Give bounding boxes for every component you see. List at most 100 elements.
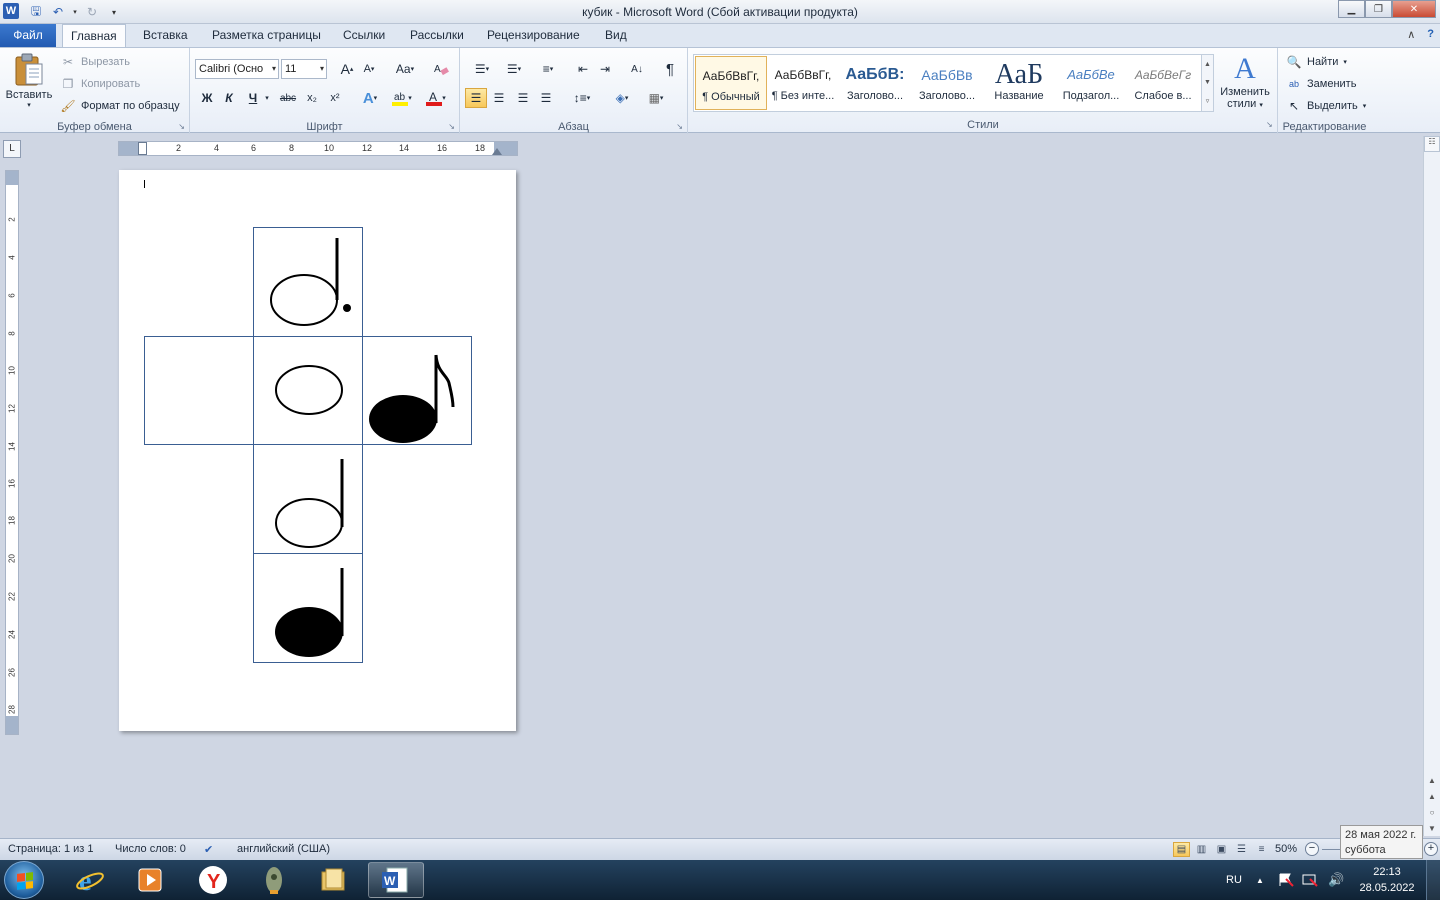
web-layout-icon[interactable]: ▣ [1213, 842, 1230, 857]
find-button[interactable]: 🔍 Найти ▾ [1286, 54, 1347, 70]
increase-indent-button[interactable]: ⇥ [594, 59, 616, 79]
cut-button[interactable]: ✂ Вырезать [60, 54, 130, 70]
highlight-button[interactable]: ab ▾ [388, 88, 416, 108]
copy-button[interactable]: ❐ Копировать [60, 76, 141, 92]
align-center-button[interactable]: ☰ [488, 88, 510, 108]
borders-button[interactable]: ▦ ▾ [642, 88, 670, 108]
cube-face-lower-2[interactable] [253, 553, 363, 663]
minimize-button[interactable]: ▁ [1338, 0, 1365, 18]
style-normal[interactable]: АаБбВвГг, ¶ Обычный [695, 56, 767, 110]
zoom-out-icon[interactable]: − [1305, 842, 1319, 856]
tab-selector[interactable]: L [3, 140, 21, 158]
left-indent-marker[interactable] [138, 142, 147, 155]
zoom-level[interactable]: 50% [1275, 843, 1297, 855]
superscript-button[interactable]: x² [324, 88, 346, 108]
tab-view[interactable]: Вид [597, 24, 635, 48]
underline-button[interactable]: Ч [242, 88, 264, 108]
font-launcher-icon[interactable]: ↘ [448, 122, 455, 131]
shading-button[interactable]: ◈ ▾ [608, 88, 636, 108]
style-subtitle[interactable]: АаБбВе Подзагол... [1055, 56, 1127, 110]
style-subtle-emphasis[interactable]: АаБбВеГг Слабое в... [1127, 56, 1199, 110]
vertical-ruler[interactable]: 2 4 6 8 10 12 14 16 18 20 22 24 26 28 [5, 170, 19, 735]
text-effects-button[interactable]: A ▾ [356, 88, 384, 108]
clock[interactable]: 22:13 28.05.2022 [1352, 864, 1422, 896]
italic-button[interactable]: К [218, 88, 240, 108]
show-hidden-icons[interactable]: ▲ [1256, 860, 1264, 900]
tab-file[interactable]: Файл [0, 24, 56, 48]
show-desktop-button[interactable] [1426, 860, 1440, 900]
language[interactable]: английский (США) [237, 843, 330, 855]
next-page-icon[interactable]: ▼ [1424, 824, 1440, 833]
select-button[interactable]: ↖ Выделить ▾ [1286, 98, 1366, 114]
scroll-up-icon[interactable]: ▲ [1204, 61, 1211, 68]
align-left-button[interactable]: ☰ [465, 88, 487, 108]
tab-mailings[interactable]: Рассылки [402, 24, 472, 48]
close-button[interactable]: ✕ [1392, 0, 1436, 18]
cube-face-top[interactable] [253, 227, 363, 337]
styles-launcher-icon[interactable]: ↘ [1266, 120, 1273, 129]
paragraph-launcher-icon[interactable]: ↘ [676, 122, 683, 131]
line-spacing-button[interactable]: ↕≡ ▾ [568, 88, 596, 108]
style-heading-1[interactable]: АаБбВ: Заголово... [839, 56, 911, 110]
horizontal-ruler[interactable]: 2 4 6 8 10 12 14 16 18 [118, 141, 518, 156]
change-styles-button[interactable]: A Изменить стили ▾ [1216, 52, 1274, 110]
shrink-font-button[interactable]: A ▾ [358, 59, 380, 79]
tab-insert[interactable]: Вставка [135, 24, 196, 48]
help-icon[interactable]: ? [1427, 28, 1434, 41]
previous-page-icon[interactable]: ▲ [1424, 792, 1440, 801]
justify-button[interactable]: ☰ [535, 88, 557, 108]
action-center-icon[interactable] [1278, 860, 1294, 900]
cube-face-left[interactable] [144, 336, 254, 445]
document-page[interactable] [119, 170, 516, 731]
draft-icon[interactable]: ≡ [1253, 842, 1270, 857]
cube-face-right[interactable] [362, 336, 472, 445]
style-title[interactable]: АаБ Название [983, 56, 1055, 110]
cube-face-lower-1[interactable] [253, 444, 363, 554]
sort-button[interactable]: A↓ [626, 59, 648, 79]
show-marks-button[interactable]: ¶ [659, 59, 681, 79]
style-heading-2[interactable]: АаБбВв Заголово... [911, 56, 983, 110]
print-layout-icon[interactable]: ▤ [1173, 842, 1190, 857]
ruler-toggle-icon[interactable]: ☷ [1424, 136, 1440, 152]
scroll-down-icon[interactable]: ▼ [1204, 79, 1211, 86]
start-button[interactable] [4, 861, 44, 899]
font-size-select[interactable]: 11 ▾ [281, 59, 327, 79]
more-styles-icon[interactable]: ▿ [1206, 97, 1210, 105]
media-player-icon[interactable] [122, 862, 178, 898]
font-color-button[interactable]: A ▾ [422, 88, 450, 108]
underline-dropdown-icon[interactable]: ▾ [262, 88, 272, 108]
multilevel-list-button[interactable]: ≡ ▾ [534, 59, 562, 79]
clipboard-launcher-icon[interactable]: ↘ [178, 122, 185, 131]
language-indicator[interactable]: RU [1226, 860, 1242, 900]
tab-page-layout[interactable]: Разметка страницы [204, 24, 329, 48]
clear-formatting-icon[interactable]: A [430, 59, 452, 79]
volume-icon[interactable]: 🔊 [1328, 860, 1344, 900]
align-right-button[interactable]: ☰ [512, 88, 534, 108]
word-count[interactable]: Число слов: 0 [115, 843, 186, 855]
subscript-button[interactable]: x₂ [301, 88, 323, 108]
rocket-icon[interactable] [246, 862, 302, 898]
tab-home[interactable]: Главная [62, 24, 126, 48]
browse-object-icon[interactable]: ○ [1424, 808, 1440, 817]
tab-references[interactable]: Ссылки [335, 24, 393, 48]
minimize-ribbon-icon[interactable]: ∧ [1407, 28, 1415, 41]
change-case-button[interactable]: Aa ▾ [390, 59, 420, 79]
word-icon[interactable]: W [368, 862, 424, 898]
page-count[interactable]: Страница: 1 из 1 [8, 843, 94, 855]
strikethrough-button[interactable]: abc [277, 88, 299, 108]
style-no-spacing[interactable]: АаБбВвГг, ¶ Без инте... [767, 56, 839, 110]
format-painter-button[interactable]: 🖌 Формат по образцу [60, 98, 179, 114]
proofing-icon[interactable]: ✔ [204, 843, 213, 856]
maximize-button[interactable]: ❐ [1365, 0, 1392, 18]
font-family-select[interactable]: Calibri (Осно ▾ [195, 59, 279, 79]
bullets-button[interactable]: ☰ ▾ [468, 59, 496, 79]
full-screen-reading-icon[interactable]: ▥ [1193, 842, 1210, 857]
paste-button[interactable]: Вставить ▾ [4, 52, 54, 109]
grow-font-button[interactable]: A ▴ [336, 59, 358, 79]
explorer-icon[interactable] [306, 862, 362, 898]
zoom-in-icon[interactable]: + [1424, 842, 1438, 856]
cube-face-center[interactable] [253, 336, 363, 445]
replace-button[interactable]: ab Заменить [1286, 76, 1356, 92]
styles-scroll[interactable]: ▲ ▼ ▿ [1201, 54, 1214, 112]
outline-icon[interactable]: ☰ [1233, 842, 1250, 857]
